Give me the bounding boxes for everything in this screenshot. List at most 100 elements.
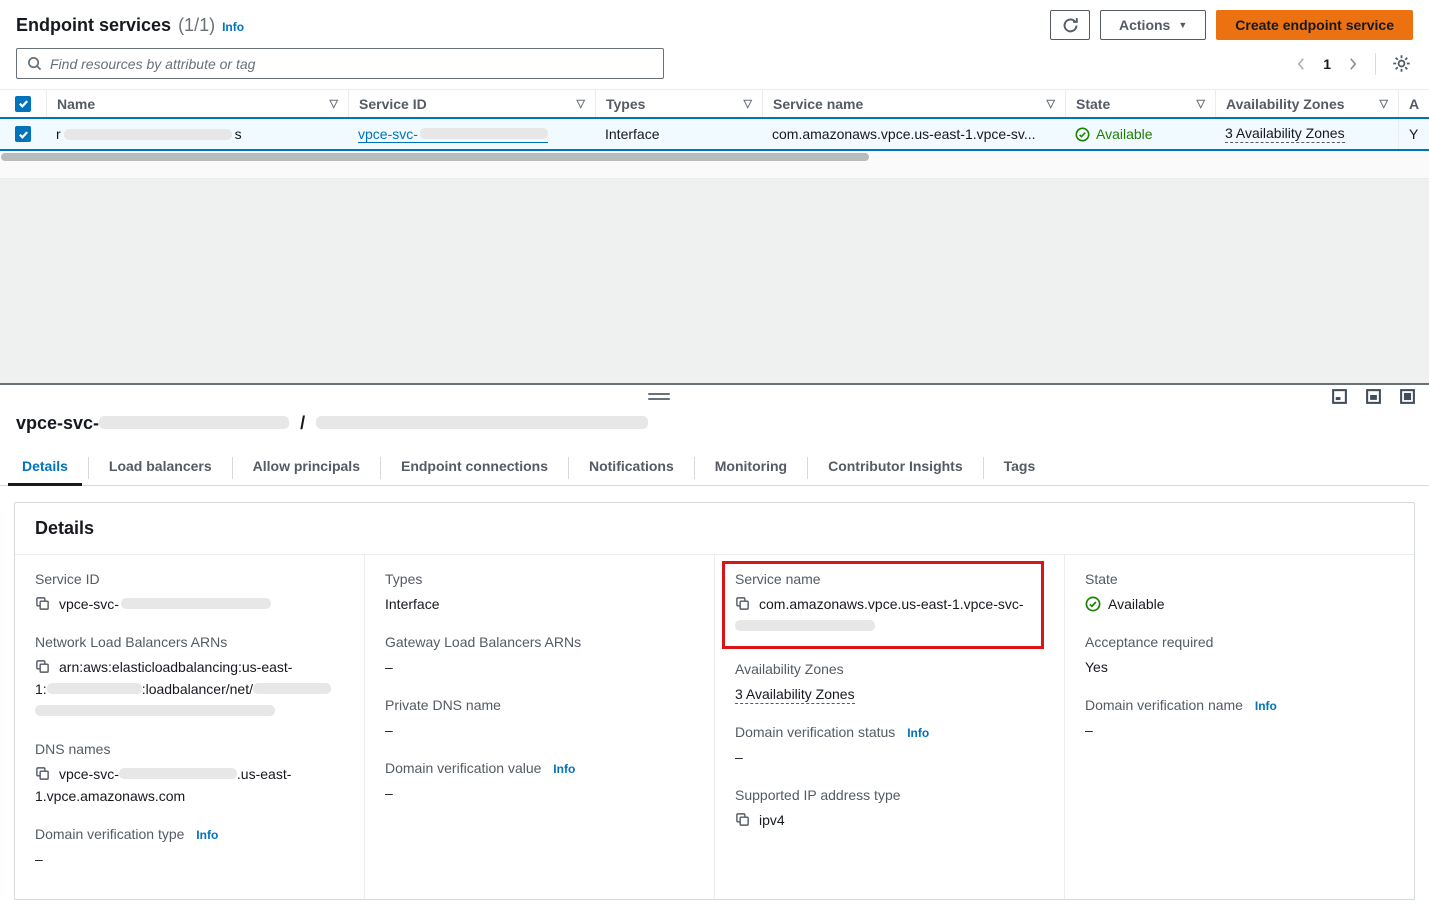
- field-label: Gateway Load Balancers ARNs: [385, 634, 694, 650]
- field-label: Private DNS name: [385, 697, 694, 713]
- background-area: [0, 179, 1429, 383]
- field-label: Domain verification value: [385, 760, 541, 776]
- sort-icon: ▽: [330, 97, 338, 110]
- create-endpoint-service-button[interactable]: Create endpoint service: [1216, 10, 1413, 40]
- tab-tags[interactable]: Tags: [984, 450, 1056, 485]
- header-info-link[interactable]: Info: [222, 20, 244, 34]
- next-page-button[interactable]: [1345, 55, 1361, 73]
- column-header-state[interactable]: State ▽: [1065, 90, 1215, 117]
- panel-title-separator: /: [300, 413, 305, 433]
- search-input[interactable]: [50, 56, 653, 72]
- page: Endpoint services (1/1) Info Actions ▼: [0, 0, 1429, 874]
- copy-icon[interactable]: [35, 596, 50, 614]
- info-link[interactable]: Info: [907, 726, 929, 740]
- copy-icon[interactable]: [35, 766, 50, 784]
- tab-details[interactable]: Details: [2, 450, 88, 485]
- cell-acceptance-truncated: Y: [1398, 119, 1429, 149]
- sort-icon: ▽: [744, 97, 752, 110]
- field-label: Supported IP address type: [735, 787, 1044, 803]
- service-id-link[interactable]: vpce-svc-: [358, 126, 548, 143]
- panel-position-bottom-button[interactable]: [1332, 389, 1347, 404]
- column-header-availability-zones[interactable]: Availability Zones ▽: [1215, 90, 1398, 117]
- table-row[interactable]: r s vpce-svc- Interface com.amazonaws.vp…: [0, 117, 1429, 151]
- column-header-name[interactable]: Name ▽: [46, 90, 348, 117]
- field-service-id: Service ID vpce-svc-: [35, 571, 344, 615]
- redacted-value: [121, 598, 271, 609]
- table-footer-spacer: [0, 165, 1429, 179]
- tab-endpoint-connections[interactable]: Endpoint connections: [381, 450, 568, 485]
- sort-icon: ▽: [577, 97, 585, 110]
- create-endpoint-service-label: Create endpoint service: [1235, 17, 1394, 33]
- tab-notifications[interactable]: Notifications: [569, 450, 694, 485]
- column-label: State: [1076, 96, 1110, 112]
- field-service-name: Service name com.amazonaws.vpce.us-east-…: [735, 571, 1031, 637]
- info-link[interactable]: Info: [1255, 699, 1277, 713]
- availability-zones-popover-trigger[interactable]: 3 Availability Zones: [1225, 125, 1345, 143]
- details-card: Details Service ID vpce-svc- Network Loa…: [14, 502, 1415, 900]
- row-checkbox[interactable]: [15, 126, 31, 142]
- horizontal-scrollbar-thumb[interactable]: [1, 153, 869, 161]
- panel-half-size-button[interactable]: [1366, 389, 1381, 404]
- field-label: Domain verification status: [735, 724, 895, 740]
- column-header-types[interactable]: Types ▽: [595, 90, 762, 117]
- dns-name-value: .us-east-: [237, 766, 291, 782]
- field-nlb-arns: Network Load Balancers ARNs arn:aws:elas…: [35, 634, 344, 722]
- copy-icon[interactable]: [35, 659, 50, 677]
- info-link[interactable]: Info: [553, 762, 575, 776]
- redacted-service-name: [316, 416, 648, 429]
- redacted-lb-name: [253, 683, 331, 694]
- previous-page-button[interactable]: [1293, 55, 1309, 73]
- cell-availability-zones: 3 Availability Zones: [1215, 119, 1398, 149]
- details-card-title: Details: [15, 503, 1414, 555]
- dns-name-value: vpce-svc-: [59, 766, 119, 782]
- field-value: –: [385, 656, 694, 678]
- tab-load-balancers[interactable]: Load balancers: [89, 450, 232, 485]
- tab-allow-principals[interactable]: Allow principals: [233, 450, 380, 485]
- field-label: Domain verification name: [1085, 697, 1243, 713]
- field-domain-verification-value: Domain verification value Info –: [385, 760, 694, 804]
- controls-divider: [1375, 53, 1376, 75]
- field-value: –: [385, 782, 694, 804]
- info-link[interactable]: Info: [196, 828, 218, 842]
- sort-icon: ▽: [1197, 97, 1205, 110]
- copy-icon[interactable]: [735, 812, 750, 830]
- column-header-acceptance-truncated[interactable]: A: [1398, 90, 1429, 117]
- redacted-account-id: [47, 683, 142, 694]
- column-header-service-name[interactable]: Service name ▽: [762, 90, 1065, 117]
- column-label: Availability Zones: [1226, 96, 1345, 112]
- actions-button[interactable]: Actions ▼: [1100, 10, 1206, 40]
- split-panel: vpce-svc- / Details Load balancers Allow…: [0, 383, 1429, 874]
- split-panel-drag-handle[interactable]: [648, 393, 670, 403]
- select-all-checkbox[interactable]: [15, 96, 31, 112]
- acceptance-text: Y: [1409, 126, 1418, 142]
- panel-maximize-button[interactable]: [1400, 389, 1415, 404]
- name-text: r: [56, 126, 61, 142]
- tab-contributor-insights[interactable]: Contributor Insights: [808, 450, 983, 485]
- resource-count: (1/1): [178, 15, 215, 36]
- copy-icon[interactable]: [735, 596, 750, 614]
- service-id-value: vpce-svc-: [59, 596, 119, 612]
- field-value: –: [1085, 719, 1394, 741]
- column-label: Service name: [773, 96, 863, 112]
- availability-zones-popover-trigger[interactable]: 3 Availability Zones: [735, 686, 855, 704]
- cell-service-name: com.amazonaws.vpce.us-east-1.vpce-sv...: [762, 119, 1065, 149]
- field-value: Interface: [385, 593, 694, 615]
- field-glb-arns: Gateway Load Balancers ARNs –: [385, 634, 694, 678]
- field-value: –: [735, 746, 1044, 768]
- refresh-button[interactable]: [1050, 10, 1090, 40]
- chevron-right-icon: [1347, 57, 1359, 71]
- state-value: Available: [1108, 593, 1165, 615]
- settings-button[interactable]: [1390, 52, 1413, 75]
- cell-service-id: vpce-svc-: [348, 119, 595, 149]
- column-header-service-id[interactable]: Service ID ▽: [348, 90, 595, 117]
- redacted-service-id: [420, 128, 548, 139]
- field-private-dns-name: Private DNS name –: [385, 697, 694, 741]
- types-text: Interface: [605, 126, 659, 142]
- endpoint-services-table: Name ▽ Service ID ▽ Types ▽ Service name…: [0, 89, 1429, 165]
- column-label: Types: [606, 96, 645, 112]
- field-label: State: [1085, 571, 1394, 587]
- filter-row: 1: [0, 48, 1429, 89]
- details-column-4: State Available Acceptance required Yes: [1064, 555, 1414, 899]
- tab-monitoring[interactable]: Monitoring: [695, 450, 807, 485]
- nlb-arn-line2: :loadbalancer/net/: [142, 681, 253, 697]
